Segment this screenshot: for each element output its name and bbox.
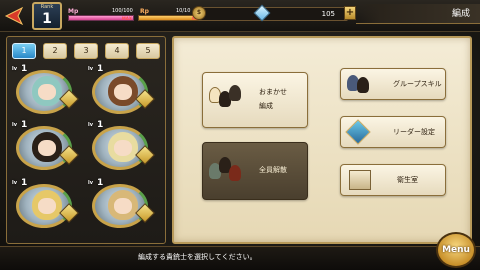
infirmary-label: 衛生室 [397,176,418,184]
group-skill-button[interactable]: グループスキル [340,68,446,100]
back-arrow-icon[interactable] [2,6,24,26]
auto-formation-label-1: おまかせ [259,88,287,96]
level-prefix: lv [12,122,17,128]
leader-emblem-icon [345,119,371,145]
rank-value: 1 [42,11,52,27]
character-portrait [38,140,56,156]
auto-formation-label-2: 編成 [259,102,273,110]
tab-party-2[interactable]: 2 [43,43,67,59]
party-member-card[interactable]: lv 1 [88,64,155,118]
page-title: 編成 [356,4,480,24]
mp-gauge: MAX [68,15,134,21]
chibi-icon [229,85,241,101]
mp-label: Mp [68,8,79,15]
menu-button[interactable]: Menu [436,232,476,268]
mp-max-tag: MAX [121,16,132,21]
party-member-card[interactable]: lv 1 [88,178,155,232]
level-prefix: lv [88,180,93,186]
auto-formation-button[interactable]: おまかせ 編成 [202,72,308,128]
rp-value: 10/10 [176,8,191,14]
instruction-message: 編成する貴銃士を選択してください。 [138,253,257,261]
rank-label: Rank [40,4,54,10]
level-value: 1 [21,178,28,188]
mp-value: 100/100 [112,8,133,14]
infirmary-button[interactable]: 衛生室 [340,164,446,196]
rank-badge: Rank 1 [32,2,62,30]
level-prefix: lv [12,66,17,72]
character-portrait [114,140,132,156]
level-prefix: lv [88,122,93,128]
party-member-card[interactable]: lv 1 [88,120,155,174]
party-tabs: 1 2 3 4 5 [12,43,160,61]
party-member-card[interactable]: lv 1 [12,178,79,232]
gem-counter: 105 [262,7,348,21]
party-member-card[interactable]: lv 1 [12,64,79,118]
release-all-label: 全員解散 [259,166,287,174]
level-value: 1 [97,64,104,74]
tab-party-4[interactable]: 4 [105,43,129,59]
level-value: 1 [21,120,28,130]
party-member-card[interactable]: lv 1 [12,120,79,174]
level-value: 1 [21,64,28,74]
rp-label: Rp [140,8,149,15]
tab-party-3[interactable]: 3 [74,43,98,59]
character-portrait [38,198,56,214]
coin-icon: $ [192,6,206,20]
level-value: 1 [97,178,104,188]
release-all-button[interactable]: 全員解散 [202,142,308,200]
level-prefix: lv [88,66,93,72]
leader-setting-button[interactable]: リーダー設定 [340,116,446,148]
leader-setting-label: リーダー設定 [393,128,435,136]
tab-party-1[interactable]: 1 [12,43,36,59]
level-prefix: lv [12,180,17,186]
group-skill-label: グループスキル [393,80,442,88]
add-gems-button[interactable]: + [344,6,356,20]
character-portrait [38,84,56,100]
chibi-icon [229,165,241,181]
tab-party-5[interactable]: 5 [136,43,160,59]
character-portrait [114,198,132,214]
level-value: 1 [97,120,104,130]
chibi-icon [357,77,369,93]
infirmary-building-icon [349,170,371,190]
character-portrait [114,84,132,100]
